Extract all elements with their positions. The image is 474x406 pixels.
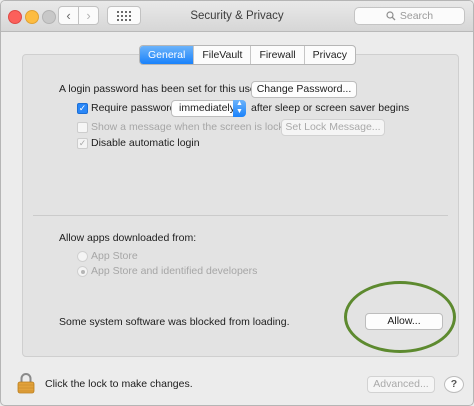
search-placeholder: Search (399, 10, 434, 22)
checkmark-icon: ✓ (78, 103, 87, 113)
close-window-button[interactable] (8, 10, 22, 24)
advanced-button[interactable]: Advanced... (367, 376, 435, 393)
radio-identified-developers[interactable] (77, 266, 88, 277)
zoom-window-button[interactable] (42, 10, 56, 24)
chevron-right-icon: › (86, 8, 91, 23)
require-password-delay-select[interactable]: immediately ▲ ▼ (171, 100, 246, 117)
forward-button[interactable]: › (78, 6, 99, 25)
tab-filevault[interactable]: FileVault (194, 46, 252, 64)
set-lock-message-button[interactable]: Set Lock Message... (281, 119, 385, 136)
grid-icon (117, 10, 131, 21)
preferences-window: ‹ › Security & Privacy Search General Fi… (0, 0, 474, 406)
search-icon (386, 11, 396, 21)
allow-apps-heading: Allow apps downloaded from: (59, 232, 197, 244)
show-all-button[interactable] (107, 6, 141, 25)
radio-identified-developers-label: App Store and identified developers (91, 265, 258, 277)
tab-firewall[interactable]: Firewall (251, 46, 305, 64)
minimize-window-button[interactable] (25, 10, 39, 24)
lock-hint-text: Click the lock to make changes. (45, 378, 193, 390)
tab-general[interactable]: General (140, 46, 195, 64)
general-panel: A login password has been set for this u… (22, 54, 459, 357)
title-bar: ‹ › Security & Privacy Search (1, 1, 473, 32)
require-password-label: Require password (91, 102, 176, 114)
allow-button[interactable]: Allow... (365, 313, 443, 330)
change-password-button[interactable]: Change Password... (251, 81, 357, 98)
search-field[interactable]: Search (354, 7, 465, 25)
help-icon: ? (450, 378, 458, 390)
checkmark-icon: ✓ (78, 138, 87, 148)
lock-icon[interactable] (17, 372, 35, 394)
tab-privacy[interactable]: Privacy (305, 46, 355, 64)
disable-autologin-label: Disable automatic login (91, 137, 200, 149)
popup-arrows-icon: ▲ ▼ (233, 100, 246, 117)
section-divider (33, 215, 448, 216)
help-button[interactable]: ? (444, 376, 464, 393)
blocked-software-text: Some system software was blocked from lo… (59, 316, 290, 328)
password-status-text: A login password has been set for this u… (59, 83, 260, 95)
chevron-left-icon: ‹ (66, 8, 71, 23)
back-button[interactable]: ‹ (58, 6, 79, 25)
radio-selected-dot (81, 270, 85, 274)
tab-bar: General FileVault Firewall Privacy (139, 45, 357, 65)
delay-value: immediately (179, 102, 236, 114)
require-password-checkbox[interactable]: ✓ (77, 103, 88, 114)
show-message-checkbox[interactable] (77, 122, 88, 133)
show-message-label: Show a message when the screen is locked (91, 121, 296, 133)
disable-autologin-checkbox[interactable]: ✓ (77, 138, 88, 149)
radio-app-store[interactable] (77, 251, 88, 262)
require-password-suffix: after sleep or screen saver begins (251, 102, 410, 114)
radio-app-store-label: App Store (91, 250, 138, 262)
